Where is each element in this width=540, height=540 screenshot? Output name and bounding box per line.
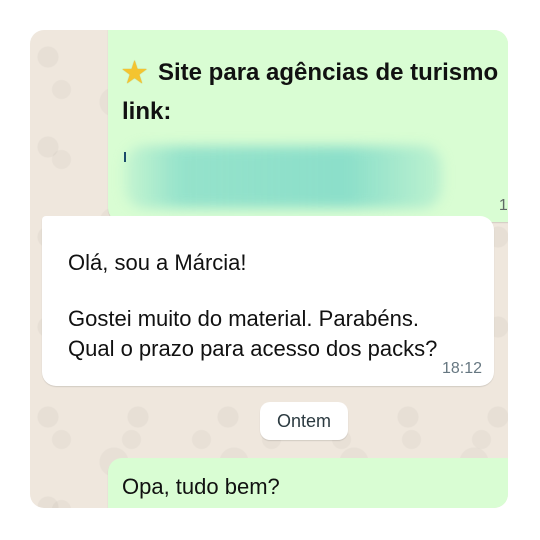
incoming-message-marcia[interactable]: Olá, sou a Márcia! Gostei muito do mater… bbox=[42, 216, 494, 386]
message-line-1: Gostei muito do material. Parabéns. bbox=[68, 306, 419, 331]
link-label: link: bbox=[122, 98, 172, 125]
message-title: ★ Site para agências de turismo bbox=[122, 56, 498, 89]
message-line-2: Qual o prazo para acesso dos packs? bbox=[68, 336, 438, 361]
message-time: 18:12 bbox=[441, 360, 482, 377]
message-text: Opa, tudo bem? bbox=[122, 474, 280, 499]
redacted-link-mark bbox=[124, 152, 126, 162]
outgoing-message-reply[interactable]: Opa, tudo bem? bbox=[108, 458, 508, 508]
message-time: 15:0 bbox=[498, 197, 508, 214]
message-title-text: Site para agências de turismo bbox=[158, 59, 499, 86]
chat-panel: ★ Site para agências de turismo link: 15:… bbox=[30, 30, 508, 508]
message-greeting: Olá, sou a Márcia! bbox=[68, 250, 247, 275]
redacted-link bbox=[124, 146, 442, 208]
star-icon: ★ bbox=[122, 57, 148, 88]
outgoing-message-site-offer[interactable]: ★ Site para agências de turismo link: 15:… bbox=[108, 30, 508, 222]
date-separator: Ontem bbox=[260, 402, 348, 440]
